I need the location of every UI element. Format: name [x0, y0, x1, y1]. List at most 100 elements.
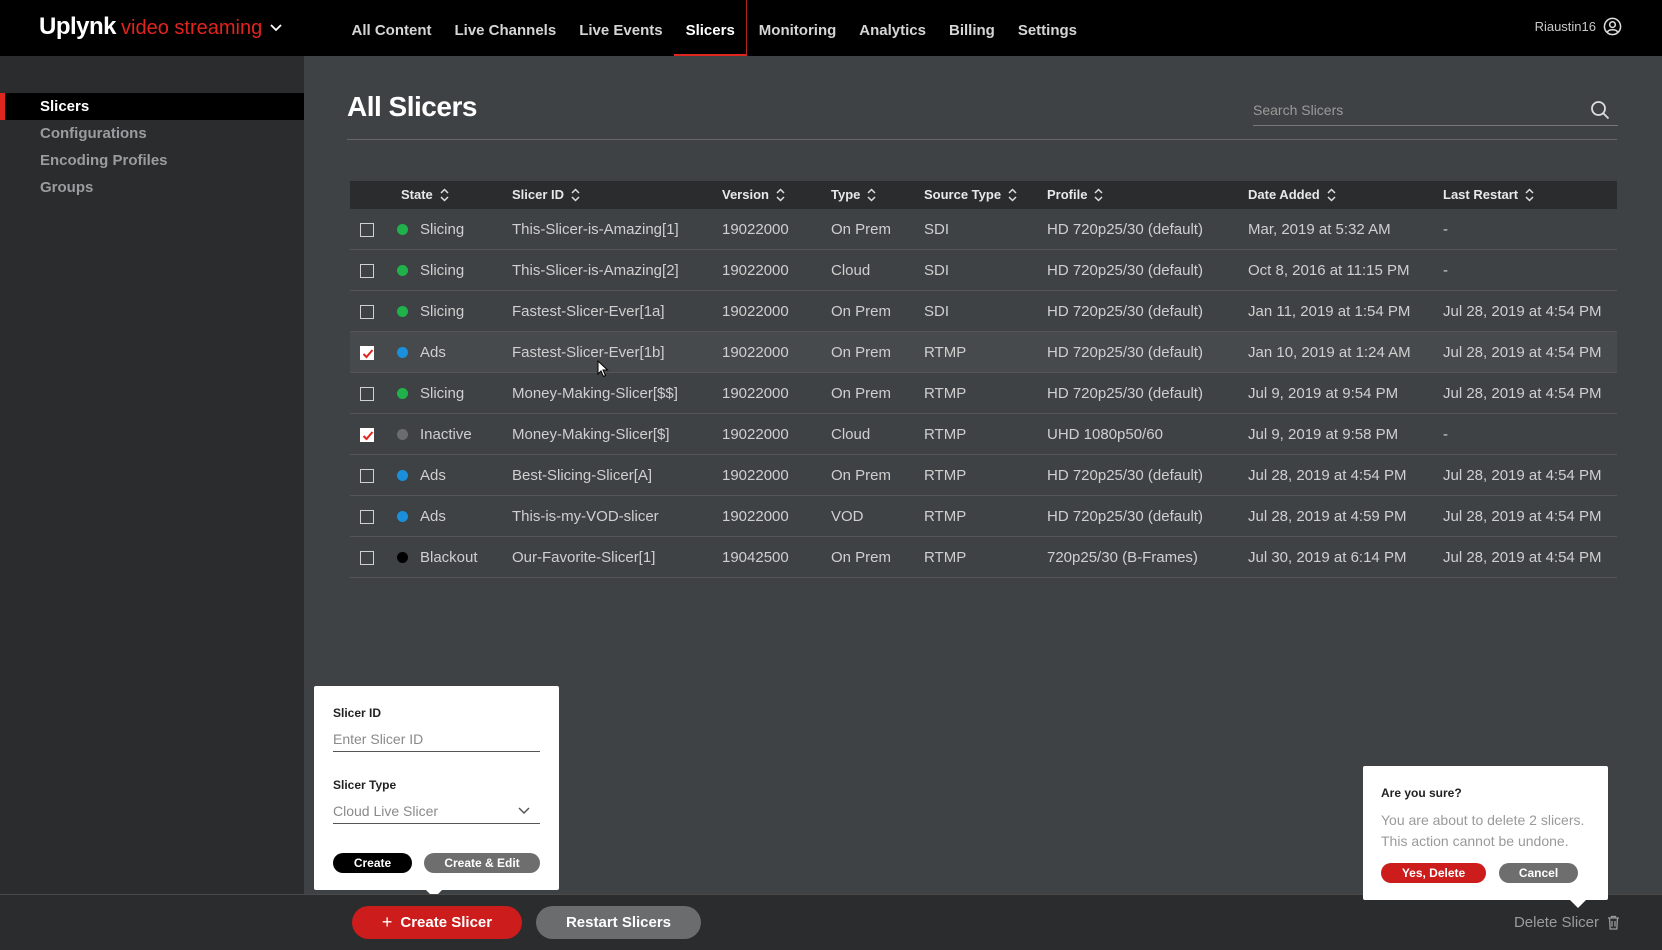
- column-label: Source Type: [924, 187, 1002, 202]
- row-checkbox[interactable]: [360, 510, 374, 524]
- user-menu[interactable]: Riaustin16: [1535, 17, 1622, 36]
- table-row[interactable]: Ads This-is-my-VOD-slicer 19022000 VOD RTMP H…: [350, 496, 1617, 537]
- cell-last-restart: -: [1443, 426, 1448, 443]
- column-header-type[interactable]: Type: [831, 181, 876, 209]
- cell-version: 19022000: [722, 467, 789, 484]
- status-dot-icon: [397, 224, 408, 235]
- cell-type: Cloud: [831, 426, 871, 443]
- column-header-profile[interactable]: Profile: [1047, 181, 1103, 209]
- column-label: Last Restart: [1443, 187, 1519, 202]
- nav-live-events[interactable]: Live Events: [568, 0, 674, 56]
- status-dot-icon: [397, 429, 408, 440]
- cell-profile: HD 720p25/30 (default): [1047, 344, 1203, 361]
- restart-slicers-button[interactable]: Restart Slicers: [536, 906, 701, 939]
- cell-type: On Prem: [831, 385, 892, 402]
- delete-slicer-button[interactable]: Delete Slicer: [1514, 912, 1620, 932]
- sort-icon: [1327, 188, 1336, 202]
- sidebar: Slicers Configurations Encoding Profiles…: [0, 56, 304, 894]
- cell-profile: HD 720p25/30 (default): [1047, 385, 1203, 402]
- cell-version: 19022000: [722, 303, 789, 320]
- slicer-id-input[interactable]: [333, 731, 533, 747]
- cell-type: VOD: [831, 508, 864, 525]
- row-checkbox[interactable]: [360, 264, 374, 278]
- row-checkbox[interactable]: [360, 428, 374, 442]
- cell-last-restart: Jul 28, 2019 at 4:54 PM: [1443, 467, 1602, 484]
- column-label: Slicer ID: [512, 187, 565, 202]
- create-slicer-popover: Slicer ID Slicer Type Cloud Live Slicer …: [314, 686, 559, 898]
- cell-version: 19022000: [722, 385, 789, 402]
- column-header-slicer-id[interactable]: Slicer ID: [512, 181, 580, 209]
- table-header: State Slicer ID Version Type Source Type…: [350, 181, 1617, 209]
- delete-confirm-popover: Are you sure? You are about to delete 2 …: [1363, 766, 1608, 908]
- yes-delete-button[interactable]: Yes, Delete: [1381, 863, 1486, 883]
- column-label: Profile: [1047, 187, 1088, 202]
- cell-state: Slicing: [420, 385, 465, 402]
- cell-last-restart: Jul 28, 2019 at 4:54 PM: [1443, 385, 1602, 402]
- cell-profile: HD 720p25/30 (default): [1047, 467, 1203, 484]
- cell-slicer-id: This-Slicer-is-Amazing[1]: [512, 221, 679, 238]
- nav-slicers[interactable]: Slicers: [674, 0, 748, 56]
- search-icon[interactable]: [1590, 100, 1610, 120]
- cell-slicer-id: This-is-my-VOD-slicer: [512, 508, 659, 525]
- slicer-type-value: Cloud Live Slicer: [333, 803, 439, 819]
- sort-icon: [1094, 188, 1103, 202]
- create-and-edit-button[interactable]: Create & Edit: [424, 853, 540, 873]
- nav-monitoring[interactable]: Monitoring: [747, 0, 847, 56]
- status-dot-icon: [397, 552, 408, 563]
- cell-date-added: Jul 9, 2019 at 9:58 PM: [1248, 426, 1399, 443]
- nav-all-content[interactable]: All Content: [340, 0, 443, 56]
- mouse-cursor-icon: [597, 360, 609, 378]
- row-checkbox[interactable]: [360, 387, 374, 401]
- column-header-version[interactable]: Version: [722, 181, 785, 209]
- chevron-down-icon: [518, 807, 530, 815]
- sidebar-item-encoding-profiles[interactable]: Encoding Profiles: [0, 147, 304, 174]
- row-checkbox[interactable]: [360, 469, 374, 483]
- cell-source-type: RTMP: [924, 549, 967, 566]
- table-row[interactable]: Blackout Our-Favorite-Slicer[1] 19042500 On…: [350, 537, 1617, 578]
- cell-version: 19022000: [722, 262, 789, 279]
- column-header-date-added[interactable]: Date Added: [1248, 181, 1336, 209]
- table-row[interactable]: Slicing Money-Making-Slicer[$$] 19022000 On…: [350, 373, 1617, 414]
- status-dot-icon: [397, 388, 408, 399]
- cell-state: Ads: [420, 344, 446, 361]
- title-divider: [347, 139, 1617, 140]
- nav-live-channels[interactable]: Live Channels: [443, 0, 568, 56]
- column-header-source-type[interactable]: Source Type: [924, 181, 1017, 209]
- cell-slicer-id: Our-Favorite-Slicer[1]: [512, 549, 656, 566]
- sidebar-item-configurations[interactable]: Configurations: [0, 120, 304, 147]
- row-checkbox[interactable]: [360, 223, 374, 237]
- sort-icon: [1008, 188, 1017, 202]
- sort-icon: [867, 188, 876, 202]
- bottom-action-bar: [0, 894, 1662, 950]
- cell-date-added: Jul 28, 2019 at 4:54 PM: [1248, 467, 1407, 484]
- sidebar-item-slicers[interactable]: Slicers: [0, 93, 304, 120]
- column-label: Version: [722, 187, 769, 202]
- sidebar-item-groups[interactable]: Groups: [0, 174, 304, 201]
- main-nav: All Content Live Channels Live Events Sl…: [340, 0, 1089, 56]
- table-row[interactable]: Slicing Fastest-Slicer-Ever[1a] 19022000 On…: [350, 291, 1617, 332]
- table-row[interactable]: Ads Best-Slicing-Slicer[A] 19022000 On Prem…: [350, 455, 1617, 496]
- brand-menu[interactable]: Uplynk video streaming: [39, 13, 282, 43]
- slicer-type-select[interactable]: Cloud Live Slicer: [333, 798, 540, 824]
- sort-icon: [1525, 188, 1534, 202]
- column-header-state[interactable]: State: [401, 181, 449, 209]
- table-row[interactable]: Slicing This-Slicer-is-Amazing[1] 19022000…: [350, 209, 1617, 250]
- table-row[interactable]: Ads Fastest-Slicer-Ever[1b] 19022000 On Pre…: [350, 332, 1617, 373]
- cell-slicer-id: Fastest-Slicer-Ever[1b]: [512, 344, 665, 361]
- cell-type: On Prem: [831, 549, 892, 566]
- cancel-button[interactable]: Cancel: [1499, 863, 1578, 883]
- create-slicer-button[interactable]: + Create Slicer: [352, 906, 522, 939]
- row-checkbox[interactable]: [360, 305, 374, 319]
- search-input[interactable]: [1253, 98, 1583, 122]
- row-checkbox[interactable]: [360, 551, 374, 565]
- table-row[interactable]: Slicing This-Slicer-is-Amazing[2] 19022000…: [350, 250, 1617, 291]
- table-row[interactable]: Inactive Money-Making-Slicer[$] 19022000 Cl…: [350, 414, 1617, 455]
- create-button[interactable]: Create: [333, 853, 412, 873]
- nav-analytics[interactable]: Analytics: [848, 0, 938, 56]
- nav-billing[interactable]: Billing: [937, 0, 1006, 56]
- column-header-last-restart[interactable]: Last Restart: [1443, 181, 1534, 209]
- nav-settings[interactable]: Settings: [1006, 0, 1088, 56]
- cell-profile: 720p25/30 (B-Frames): [1047, 549, 1198, 566]
- row-checkbox[interactable]: [360, 346, 374, 360]
- confirm-title: Are you sure?: [1381, 786, 1462, 800]
